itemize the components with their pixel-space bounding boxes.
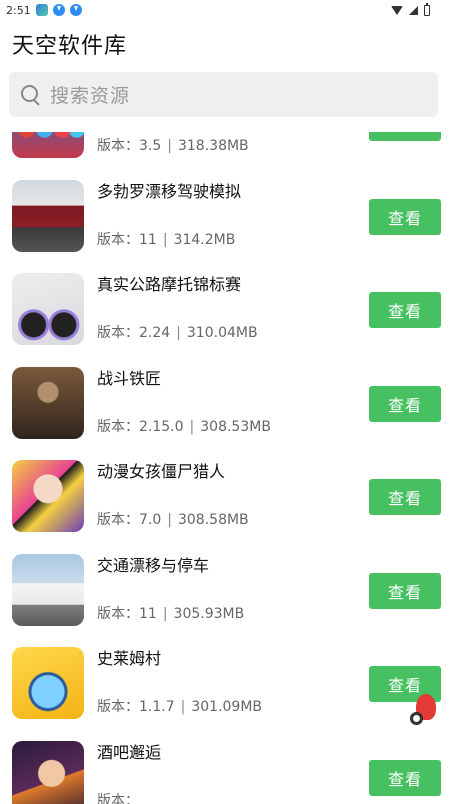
separator: |: [162, 231, 168, 248]
version-label: 版本：: [97, 512, 139, 528]
list-item[interactable]: 多勃罗漂移驾驶模拟 版本：11 | 314.2MB 查看: [0, 172, 452, 266]
bar-character-icon: [12, 740, 84, 804]
list-item[interactable]: 战斗铁匠 版本：2.15.0 | 308.53MB 查看: [0, 359, 452, 453]
list-item[interactable]: 动漫女孩僵尸猎人 版本：7.0 | 308.58MB 查看: [0, 452, 452, 546]
separator: |: [162, 605, 168, 622]
version-label: 版本：: [97, 138, 139, 154]
app-name: 史莱姆村: [97, 649, 162, 668]
view-button[interactable]: 查看: [369, 385, 441, 422]
app-meta: 版本：2.24 | 310.04MB: [97, 322, 258, 342]
floating-mascot-icon[interactable]: [408, 690, 444, 726]
app-meta: 版本：1.1.7 | 301.09MB: [97, 696, 262, 716]
separator: |: [176, 325, 181, 341]
soccer-ball-icon: [410, 712, 423, 725]
separator: |: [167, 138, 172, 154]
list-item[interactable]: 交通漂移与停车 版本：11 | 305.93MB 查看: [0, 546, 452, 640]
separator: |: [180, 699, 186, 715]
app-meta: 版本：11 | 314.2MB: [97, 229, 235, 249]
list-item[interactable]: 史莱姆村 版本：1.1.7 | 301.09MB 查看: [0, 639, 452, 733]
app-name: 交通漂移与停车: [97, 555, 210, 575]
status-bar: 2:51: [0, 0, 452, 20]
list-item[interactable]: 版本：3.5 | 318.38MB 查看: [0, 132, 452, 172]
status-right: [391, 2, 430, 16]
battery-icon: [424, 2, 430, 16]
separator: |: [189, 418, 195, 435]
signal-icon: [409, 5, 418, 15]
version-value: 2.24: [139, 325, 171, 341]
size-value: 305.93MB: [173, 605, 245, 622]
app-notification-icon: [35, 4, 48, 16]
version-value: 3.5: [139, 138, 162, 154]
view-button[interactable]: 查看: [369, 572, 441, 609]
size-value: 301.09MB: [191, 699, 263, 715]
status-time: 2:51: [6, 3, 31, 17]
version-value: 11: [139, 231, 157, 248]
app-meta: 版本：2.15.0 | 308.53MB: [97, 416, 271, 436]
version-label: 版本：: [97, 699, 139, 715]
app-meta: 版本：11 | 305.93MB: [97, 603, 244, 623]
app-name: 动漫女孩僵尸猎人: [97, 462, 226, 481]
app-meta: 版本：3.5 | 318.38MB: [97, 135, 249, 155]
status-left: 2:51: [6, 4, 82, 17]
view-button[interactable]: 查看: [369, 479, 441, 515]
download-icon: [52, 4, 65, 16]
colorful-balls-game-icon: [12, 132, 84, 158]
download-icon-2: [69, 4, 82, 16]
app-name: 多勃罗漂移驾驶模拟: [97, 181, 242, 201]
version-value: 7.0: [139, 512, 162, 528]
blacksmith-icon: [12, 366, 84, 439]
size-value: 318.38MB: [177, 138, 249, 154]
size-value: 308.53MB: [200, 418, 271, 435]
slime-icon: [12, 647, 84, 719]
page-title: 天空软件库: [12, 34, 128, 59]
app-name: 战斗铁匠: [97, 368, 162, 388]
list-item[interactable]: 酒吧邂逅 版本： 查看: [0, 733, 452, 804]
version-label: 版本：: [97, 605, 139, 622]
version-value: 1.1.7: [139, 699, 175, 715]
size-value: 308.58MB: [177, 512, 249, 528]
app-meta: 版本：: [97, 790, 151, 804]
truck-icon: [12, 553, 84, 626]
search-icon: [21, 84, 41, 105]
version-label: 版本：: [97, 418, 139, 435]
app-list-inner: 版本：3.5|318.38MB 查看 多勃罗漂移驾驶模拟 版本：11|314.2…: [0, 132, 452, 804]
list-item[interactable]: 真实公路摩托锦标赛 版本：2.24 | 310.04MB 查看: [0, 265, 452, 359]
view-button[interactable]: 查看: [369, 759, 441, 796]
view-button[interactable]: 查看: [369, 198, 441, 235]
version-value: 2.15.0: [139, 418, 184, 435]
version-label: 版本：: [97, 325, 139, 341]
separator: |: [167, 512, 172, 528]
app-meta: 版本：7.0 | 308.58MB: [97, 509, 249, 529]
search-placeholder: 搜索资源: [50, 85, 131, 107]
red-car-icon: [12, 179, 84, 252]
view-button[interactable]: 查看: [369, 132, 441, 141]
version-value: 11: [139, 605, 157, 622]
app-name: 酒吧邂逅: [97, 742, 162, 762]
app-name: 真实公路摩托锦标赛: [97, 275, 242, 294]
view-button[interactable]: 查看: [369, 292, 441, 328]
size-value: 314.2MB: [173, 231, 236, 248]
size-value: 310.04MB: [186, 325, 258, 341]
version-label: 版本：: [97, 231, 139, 248]
wifi-icon: [391, 5, 403, 15]
motorcycle-icon: [12, 273, 84, 345]
anime-girl-icon: [12, 460, 84, 532]
app-list[interactable]: 版本：3.5|318.38MB 查看 多勃罗漂移驾驶模拟 版本：11|314.2…: [0, 132, 452, 804]
search-input[interactable]: 搜索资源: [9, 72, 438, 117]
version-label: 版本：: [97, 792, 139, 804]
